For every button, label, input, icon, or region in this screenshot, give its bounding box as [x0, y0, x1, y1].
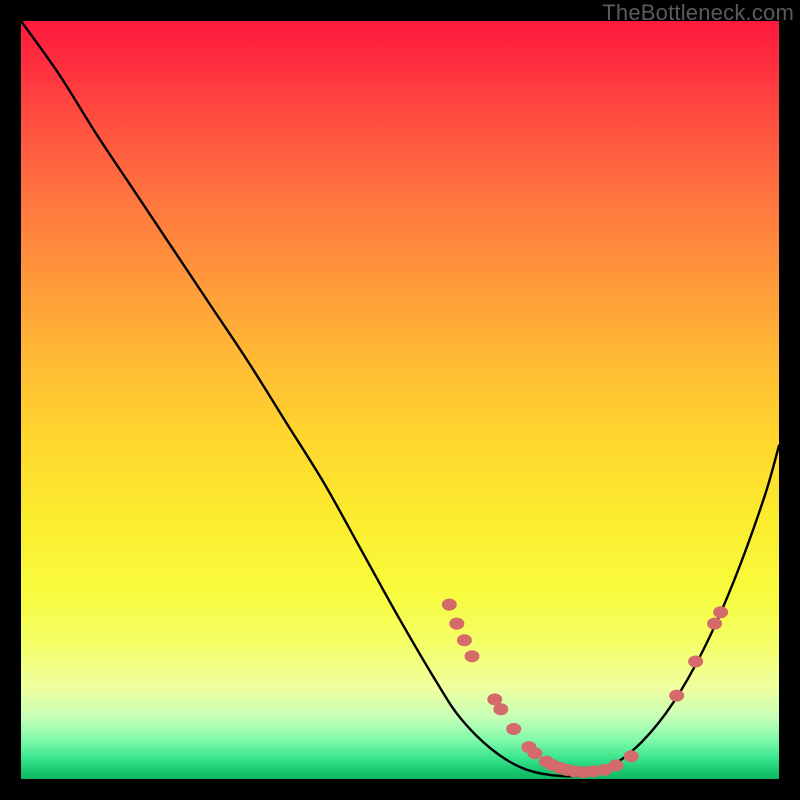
marker-point [493, 703, 508, 715]
chart-svg [21, 21, 779, 779]
highlighted-points [442, 599, 728, 779]
marker-point [609, 759, 624, 771]
marker-point [688, 656, 703, 668]
marker-point [707, 618, 722, 630]
marker-point [465, 650, 480, 662]
marker-point [457, 634, 472, 646]
marker-point [449, 618, 464, 630]
marker-point [713, 606, 728, 618]
marker-point [624, 750, 639, 762]
marker-point [506, 723, 521, 735]
marker-point [527, 747, 542, 759]
bottleneck-curve [21, 21, 779, 776]
marker-point [442, 599, 457, 611]
marker-point [669, 690, 684, 702]
